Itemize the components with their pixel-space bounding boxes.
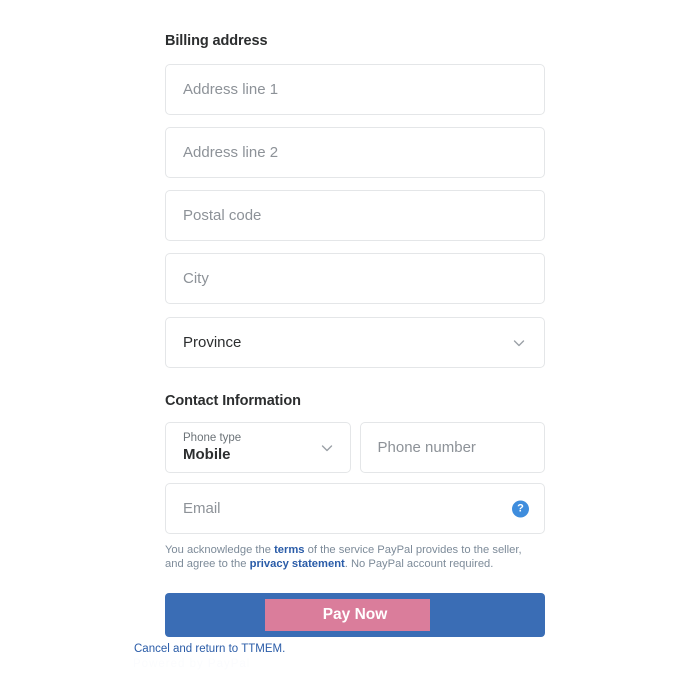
city-input[interactable]: City (165, 253, 545, 304)
privacy-statement-link[interactable]: privacy statement (250, 558, 345, 570)
address-line-1-placeholder: Address line 1 (183, 81, 279, 98)
phone-number-input[interactable]: Phone number (359, 422, 545, 473)
footer-ghost-text: Powered by PayPal (133, 658, 251, 670)
pay-now-button[interactable]: Pay Now (165, 593, 545, 637)
phone-number-placeholder: Phone number (377, 439, 476, 456)
address-line-2-input[interactable]: Address line 2 (165, 127, 545, 178)
email-placeholder: Email (183, 500, 221, 517)
checkout-form: Billing address Address line 1 Address l… (165, 0, 545, 637)
province-selected-value: Province (183, 334, 242, 351)
billing-address-title: Billing address (165, 33, 268, 49)
contact-row: Phone type Mobile Phone number (165, 422, 545, 473)
help-icon-glyph: ? (517, 502, 524, 514)
chevron-down-icon (511, 335, 527, 351)
address-line-1-input[interactable]: Address line 1 (165, 64, 545, 115)
email-input[interactable]: Email ? (165, 483, 545, 534)
chevron-down-icon (319, 440, 335, 456)
legal-text-part-3: . No PayPal account required. (344, 558, 494, 570)
contact-information-title: Contact Information (165, 393, 301, 409)
terms-link[interactable]: terms (274, 544, 304, 556)
pay-now-label: Pay Now (322, 606, 388, 623)
legal-text-part-1: You acknowledge the (165, 544, 275, 556)
postal-code-input[interactable]: Postal code (165, 190, 545, 241)
phone-type-selected-value: Mobile (183, 446, 231, 464)
province-select[interactable]: Province (165, 317, 545, 368)
legal-disclaimer: You acknowledge the terms of the service… (165, 543, 543, 571)
phone-type-select[interactable]: Phone type Mobile (165, 422, 351, 473)
help-icon[interactable]: ? (512, 500, 529, 517)
phone-type-text-group: Phone type Mobile (183, 431, 319, 464)
postal-code-placeholder: Postal code (183, 207, 262, 224)
city-placeholder: City (183, 270, 209, 287)
address-line-2-placeholder: Address line 2 (183, 144, 279, 161)
phone-type-label: Phone type (183, 431, 242, 444)
cancel-and-return-link[interactable]: Cancel and return to TTMEM. (134, 643, 285, 655)
